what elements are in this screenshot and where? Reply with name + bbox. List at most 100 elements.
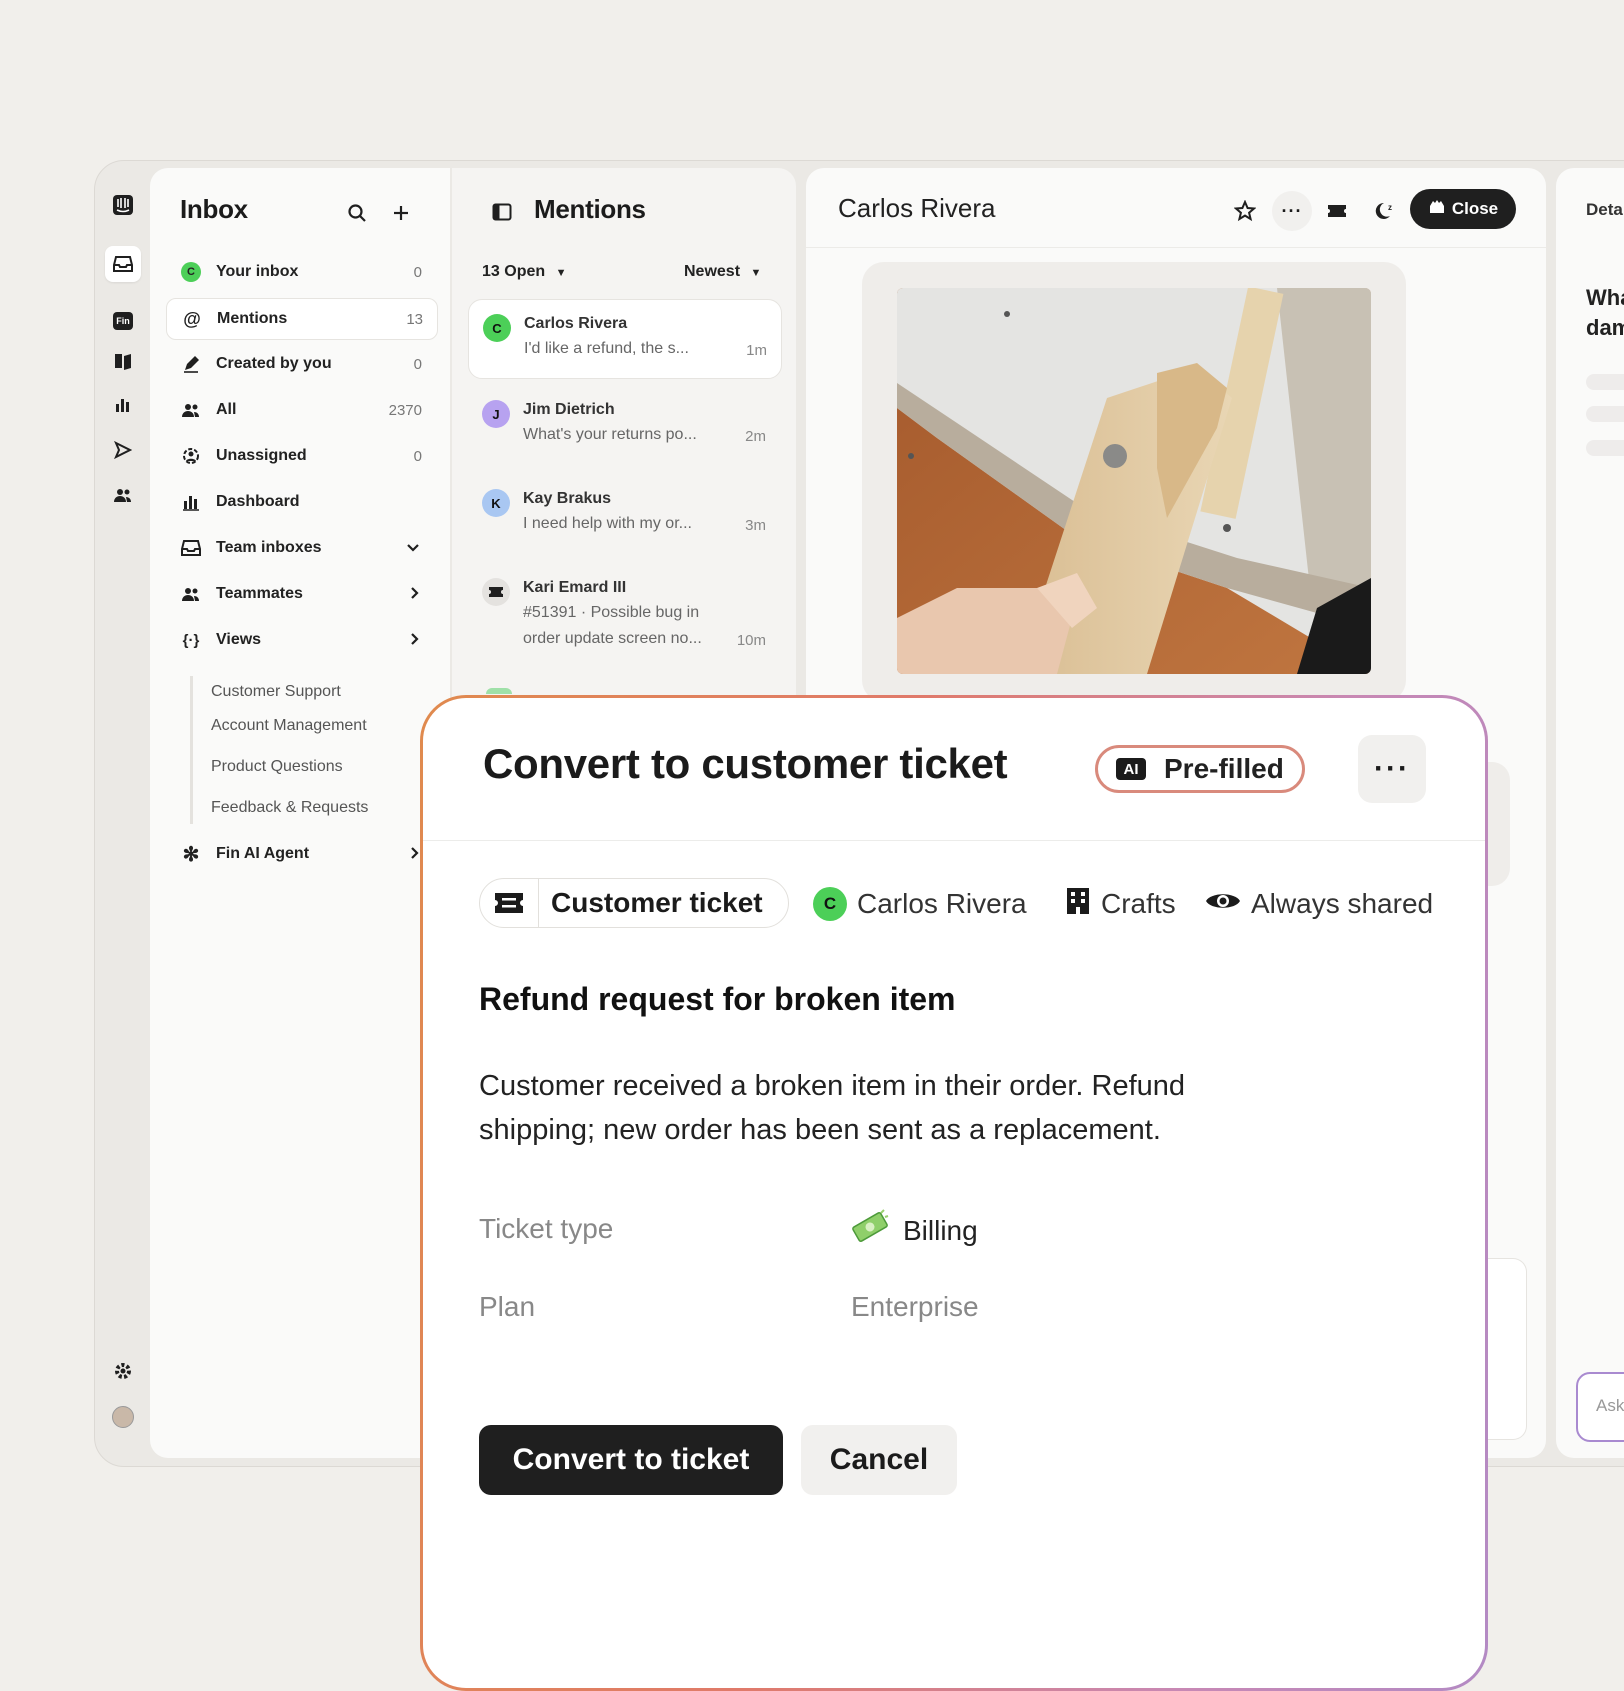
ticket-type-tag[interactable]: Customer ticket [479,878,789,928]
at-icon: @ [183,308,201,329]
nav-views[interactable]: {·} Views [166,620,436,660]
details-panel [1556,168,1624,1458]
nav-teammates[interactable]: Teammates [166,574,436,614]
snooze-icon[interactable]: z [1370,196,1400,226]
more-options-button[interactable]: ··· [1358,735,1426,803]
conversation-time: 3m [745,517,766,534]
nav-label: Your inbox [216,263,299,280]
avatar: J [482,400,510,428]
chevron-right-icon[interactable] [410,632,420,649]
chevron-down-icon[interactable] [406,540,420,556]
field-label: Plan [479,1291,536,1322]
skeleton-line [1586,374,1624,390]
nav-unassigned[interactable]: Unassigned 0 [166,436,436,476]
nav-team-inboxes[interactable]: Team inboxes [166,528,436,568]
nav-mentions[interactable]: @ Mentions 13 [166,298,438,340]
conversation-preview: I'd like a refund, the s... [524,340,689,357]
view-item[interactable]: Product Questions [211,758,343,776]
conversation-name: Carlos Rivera [524,315,628,332]
ticket-title[interactable]: Refund request for broken item [479,981,956,1018]
field-label: Ticket type [479,1213,614,1244]
nav-label: Created by you [216,355,332,372]
ask-input[interactable]: Ask [1576,1372,1624,1442]
sort-filter[interactable]: Newest ▼ [684,263,761,281]
close-hand-icon [1428,199,1446,220]
people-icon [180,402,202,418]
ticket-icon [482,578,510,606]
settings-icon[interactable] [108,1356,138,1386]
reports-icon[interactable] [108,390,138,420]
eye-icon [1205,888,1241,920]
conversation-name: Kari Emard III [523,579,627,596]
broken-item-photo[interactable] [897,288,1371,674]
modal-body: Convert to customer ticket AI Pre-filled… [423,698,1485,1688]
conversation-title: Carlos Rivera [838,193,996,223]
ticket-tag-label: Customer ticket [551,887,763,918]
caret-down-icon: ▼ [750,267,762,279]
convert-to-ticket-button[interactable]: Convert to ticket [479,1425,783,1495]
close-conversation-button[interactable]: Close [1410,189,1516,229]
view-item[interactable]: Customer Support [211,683,341,701]
plan-value[interactable]: Enterprise [851,1291,979,1323]
people-icon [180,586,202,602]
nav-label: Team inboxes [216,539,322,556]
building-icon [1065,887,1091,922]
customer-meta[interactable]: C Carlos Rivera [813,882,1027,926]
send-icon[interactable] [108,435,138,465]
user-avatar[interactable] [108,1402,138,1432]
contacts-icon[interactable] [108,480,138,510]
convert-ticket-modal: Convert to customer ticket AI Pre-filled… [420,695,1488,1691]
chevron-right-icon[interactable] [410,586,420,603]
nav-your-inbox[interactable]: C Your inbox 0 [166,252,436,292]
chevron-right-icon[interactable] [410,846,420,863]
ticket-icon[interactable] [1322,196,1352,226]
ticket-type-value[interactable]: Billing [851,1209,978,1252]
more-options-icon[interactable]: ··· [1272,191,1312,231]
sparkle-icon: ✻ [182,843,200,866]
nav-dashboard[interactable]: Dashboard [166,482,436,522]
company-meta[interactable]: Crafts [1065,882,1176,926]
conversation-time: 2m [745,428,766,445]
visibility-meta[interactable]: Always shared [1205,882,1433,926]
avatar: K [482,489,510,517]
inbox-rail-icon[interactable] [105,246,141,282]
cancel-button[interactable]: Cancel [801,1425,957,1495]
nav-count: 0 [413,447,422,465]
ask-placeholder: Ask [1596,1396,1624,1415]
ticket-description[interactable]: Customer received a broken item in their… [479,1064,1299,1152]
nav-all[interactable]: All 2370 [166,390,436,430]
nav-label: Dashboard [216,493,300,510]
conversation-time: 10m [736,632,766,649]
add-icon[interactable] [386,198,416,228]
skeleton-line [1586,406,1624,422]
avatar [486,688,512,694]
conversation-preview: What's your returns po... [523,426,697,443]
nav-count: 0 [413,355,422,373]
conversation-item[interactable]: C Carlos Rivera I'd like a refund, the s… [468,299,782,379]
nav-label: Views [216,631,262,648]
nav-fin-ai-agent[interactable]: ✻ Fin AI Agent [166,834,436,874]
book-icon[interactable] [108,346,138,376]
inbox-title: Inbox [180,194,248,224]
view-item[interactable]: Account Management [211,717,367,735]
visibility-label: Always shared [1251,888,1434,919]
view-item[interactable]: Feedback & Requests [211,799,368,817]
skeleton-line [1586,440,1624,456]
nav-count: 0 [413,263,422,281]
fin-rail-icon[interactable]: Fin [108,306,138,336]
open-filter[interactable]: 13 Open ▼ [482,263,566,281]
nav-label: Mentions [217,310,288,327]
close-label: Close [1451,199,1499,218]
search-icon[interactable] [342,198,372,228]
star-icon[interactable] [1230,196,1260,226]
prefilled-label: Pre-filled [1164,753,1284,784]
nav-created-by-you[interactable]: Created by you 0 [166,344,436,384]
conversation-item[interactable]: J Jim Dietrich What's your returns po...… [468,386,780,464]
ticket-type-text: Billing [903,1214,978,1246]
conversation-item[interactable]: K Kay Brakus I need help with my or... 3… [468,475,780,553]
sidebar-toggle-icon[interactable] [490,200,514,224]
nav-count: 13 [406,310,423,328]
logo-icon[interactable] [108,190,138,220]
conversation-item[interactable]: Kari Emard III #51391 · Possible bug in … [468,564,780,664]
details-text-2: dam [1586,315,1624,340]
